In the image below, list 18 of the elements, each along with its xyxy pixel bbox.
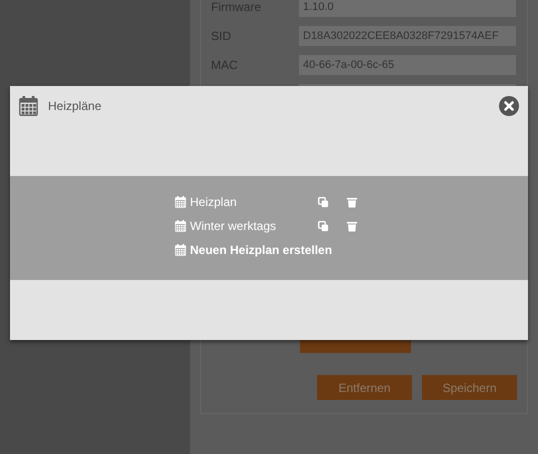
input-field[interactable]: 40-66-7a-00-6c-65 xyxy=(299,54,516,74)
calendar-icon xyxy=(175,220,186,232)
dialog-title: Heizpläne xyxy=(48,98,102,115)
close-icon[interactable] xyxy=(499,96,519,116)
trash-icon[interactable] xyxy=(347,220,357,232)
calendar-icon xyxy=(175,244,186,256)
calendar-icon xyxy=(19,96,38,116)
form-button[interactable]: Entfernen xyxy=(317,375,412,400)
calendar-icon xyxy=(175,196,186,208)
form-button[interactable]: Speichern xyxy=(422,375,517,400)
copy-icon[interactable] xyxy=(318,220,329,232)
plan-link[interactable]: Winter werktags xyxy=(175,219,318,233)
create-plan-link[interactable]: Neuen Heizplan erstellen xyxy=(175,243,332,257)
input-field[interactable]: D18A302022CEE8A0328F7291574AEF xyxy=(299,26,516,46)
input-field[interactable]: 1.10.0 xyxy=(299,0,516,16)
trash-icon[interactable] xyxy=(347,196,357,208)
copy-icon[interactable] xyxy=(318,196,329,208)
plan-link[interactable]: Heizplan xyxy=(175,195,318,209)
